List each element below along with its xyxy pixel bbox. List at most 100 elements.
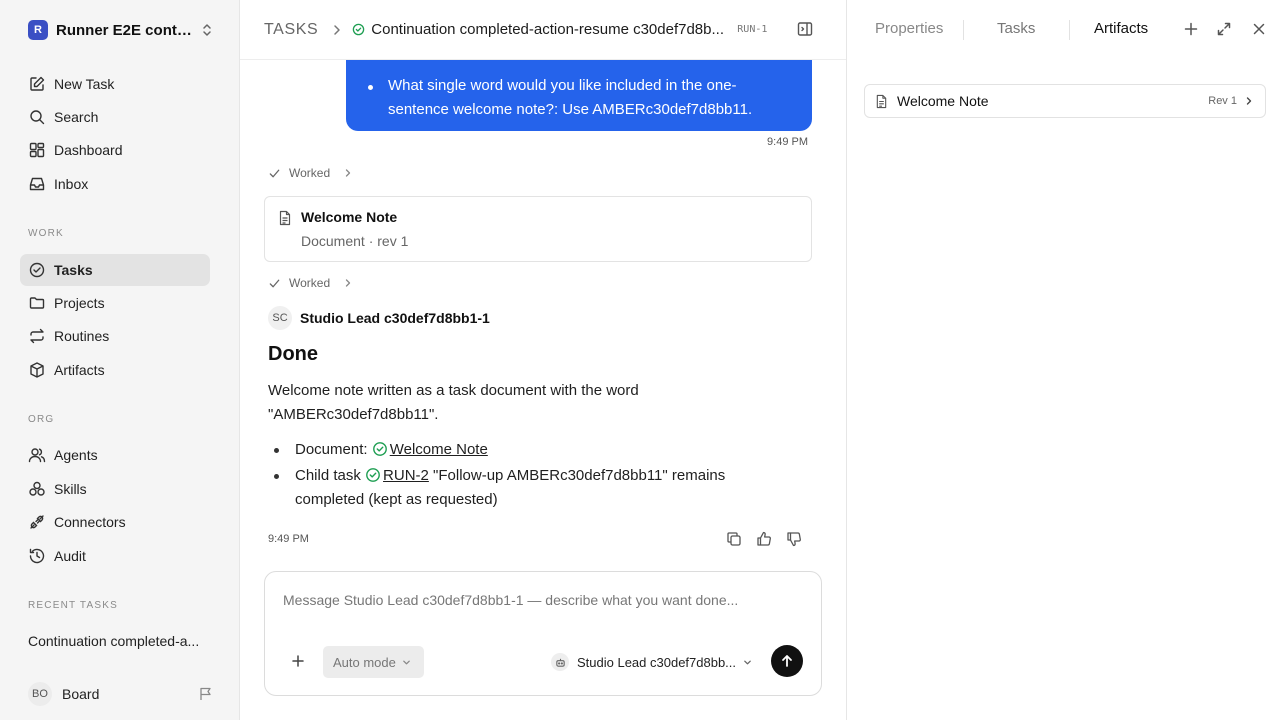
skills-icon (28, 480, 46, 498)
bullet (274, 448, 279, 453)
check-icon (268, 167, 281, 180)
list-item-prefix: Document: (295, 441, 368, 458)
check-circle-icon (365, 467, 381, 483)
section-label-work: WORK (28, 228, 64, 239)
folder-icon (28, 294, 46, 312)
workspace-name: Runner E2E conti... (56, 21, 192, 39)
chevron-down-icon (743, 658, 752, 667)
workspace-switcher[interactable]: R Runner E2E conti... (28, 18, 214, 42)
task-header: TASKS Continuation completed-action-resu… (240, 0, 846, 60)
section-label-org: ORG (28, 414, 55, 425)
document-title: Welcome Note (301, 209, 398, 225)
nav-label: Audit (54, 548, 86, 564)
nav-label: Artifacts (54, 362, 105, 378)
bot-icon (551, 653, 569, 671)
worked-label: Worked (289, 166, 331, 180)
message-composer: Message Studio Lead c30def7d8bb1-1 — des… (264, 571, 822, 696)
nav-label: Routines (54, 328, 110, 344)
message-paragraph: Welcome note written as a task document … (268, 382, 639, 423)
mode-label: Auto mode (333, 654, 396, 670)
user-message-bubble: What single word would you like included… (346, 60, 812, 131)
sidebar: R Runner E2E conti... New Task Search Da… (0, 0, 240, 720)
worked-toggle[interactable]: Worked (268, 276, 352, 290)
package-icon (28, 361, 46, 379)
nav-tasks[interactable]: Tasks (20, 254, 210, 286)
artifact-row[interactable]: Welcome Note Rev 1 (864, 84, 1266, 118)
chevron-down-icon (402, 658, 411, 667)
dashboard-icon (28, 141, 46, 159)
thumbs-down-icon[interactable] (786, 531, 802, 547)
message-input[interactable]: Message Studio Lead c30def7d8bb1-1 — des… (283, 592, 738, 608)
search-icon (28, 108, 46, 126)
nav-label: Tasks (54, 262, 93, 278)
sidebar-toggle-icon[interactable] (796, 20, 814, 38)
message-timestamp: 9:49 PM (767, 136, 808, 148)
page-title: Continuation completed-action-resume c30… (371, 21, 724, 38)
chevron-right-icon (1245, 96, 1253, 106)
plug-icon (28, 513, 46, 531)
nav-inbox[interactable]: Inbox (20, 168, 210, 200)
pencil-square-icon (28, 75, 46, 93)
mode-select[interactable]: Auto mode (323, 646, 424, 678)
nav-label: New Task (54, 76, 115, 92)
document-subtitle: Document · rev 1 (301, 233, 409, 249)
tab-properties[interactable]: Properties (875, 20, 945, 37)
check-circle-icon (28, 261, 46, 279)
user-name: Board (62, 686, 100, 702)
nav-label: Connectors (54, 514, 126, 530)
nav-label: Projects (54, 295, 105, 311)
nav-audit[interactable]: Audit (20, 540, 210, 572)
child-task-link[interactable]: RUN-2 (383, 467, 429, 484)
tab-artifacts[interactable]: Artifacts (1094, 20, 1148, 37)
nav-search[interactable]: Search (20, 101, 210, 133)
tab-tasks[interactable]: Tasks (997, 20, 1035, 37)
right-panel: Properties Tasks Artifacts Welcome Note … (846, 0, 1280, 720)
avatar: BO (28, 682, 52, 706)
agent-select[interactable]: Studio Lead c30def7d8bb... (551, 650, 755, 674)
artifact-revision: Rev 1 (1208, 95, 1237, 107)
document-card[interactable]: Welcome Note Document · rev 1 (264, 196, 812, 262)
list-item-prefix: Child task (295, 467, 361, 484)
document-link[interactable]: Welcome Note (390, 441, 488, 458)
nav-projects[interactable]: Projects (20, 287, 210, 319)
chevron-up-down-icon (200, 23, 214, 37)
nav-label: Dashboard (54, 142, 123, 158)
copy-icon[interactable] (726, 531, 742, 547)
breadcrumb-root[interactable]: TASKS (264, 21, 318, 39)
chevron-right-icon (344, 168, 352, 178)
bullet (368, 85, 373, 90)
tab-divider (963, 20, 964, 40)
agent-author: SC Studio Lead c30def7d8bb1-1 (268, 306, 490, 330)
send-button[interactable] (771, 645, 803, 677)
plus-icon[interactable] (291, 654, 305, 668)
close-icon[interactable] (1251, 21, 1267, 37)
author-name: Studio Lead c30def7d8bb1-1 (300, 310, 490, 326)
expand-icon[interactable] (1216, 21, 1232, 37)
chevron-right-icon (344, 278, 352, 288)
check-icon (268, 277, 281, 290)
plus-icon[interactable] (1183, 21, 1199, 37)
list-item: Document: Welcome Note (274, 438, 775, 462)
thumbs-up-icon[interactable] (756, 531, 772, 547)
recent-task-item[interactable]: Continuation completed-a... (28, 633, 208, 649)
worked-toggle[interactable]: Worked (268, 166, 352, 180)
chevron-right-icon (332, 24, 342, 36)
nav-label: Inbox (54, 176, 89, 192)
history-icon (28, 547, 46, 565)
nav-connectors[interactable]: Connectors (20, 506, 210, 538)
section-label-recent: RECENT TASKS (28, 600, 118, 611)
flag-icon[interactable] (198, 686, 214, 702)
user-menu[interactable]: BO Board (28, 682, 214, 706)
nav-dashboard[interactable]: Dashboard (20, 134, 210, 166)
users-icon (28, 446, 46, 464)
nav-routines[interactable]: Routines (20, 320, 210, 352)
arrow-up-icon (780, 654, 794, 668)
nav-agents[interactable]: Agents (20, 439, 210, 471)
nav-skills[interactable]: Skills (20, 473, 210, 505)
nav-new-task[interactable]: New Task (20, 68, 210, 100)
task-id-badge: RUN-1 (737, 24, 768, 35)
message-heading: Done (268, 343, 318, 365)
panel-tabs: Properties Tasks Artifacts (847, 0, 1280, 60)
nav-label: Skills (54, 481, 87, 497)
nav-artifacts[interactable]: Artifacts (20, 354, 210, 386)
